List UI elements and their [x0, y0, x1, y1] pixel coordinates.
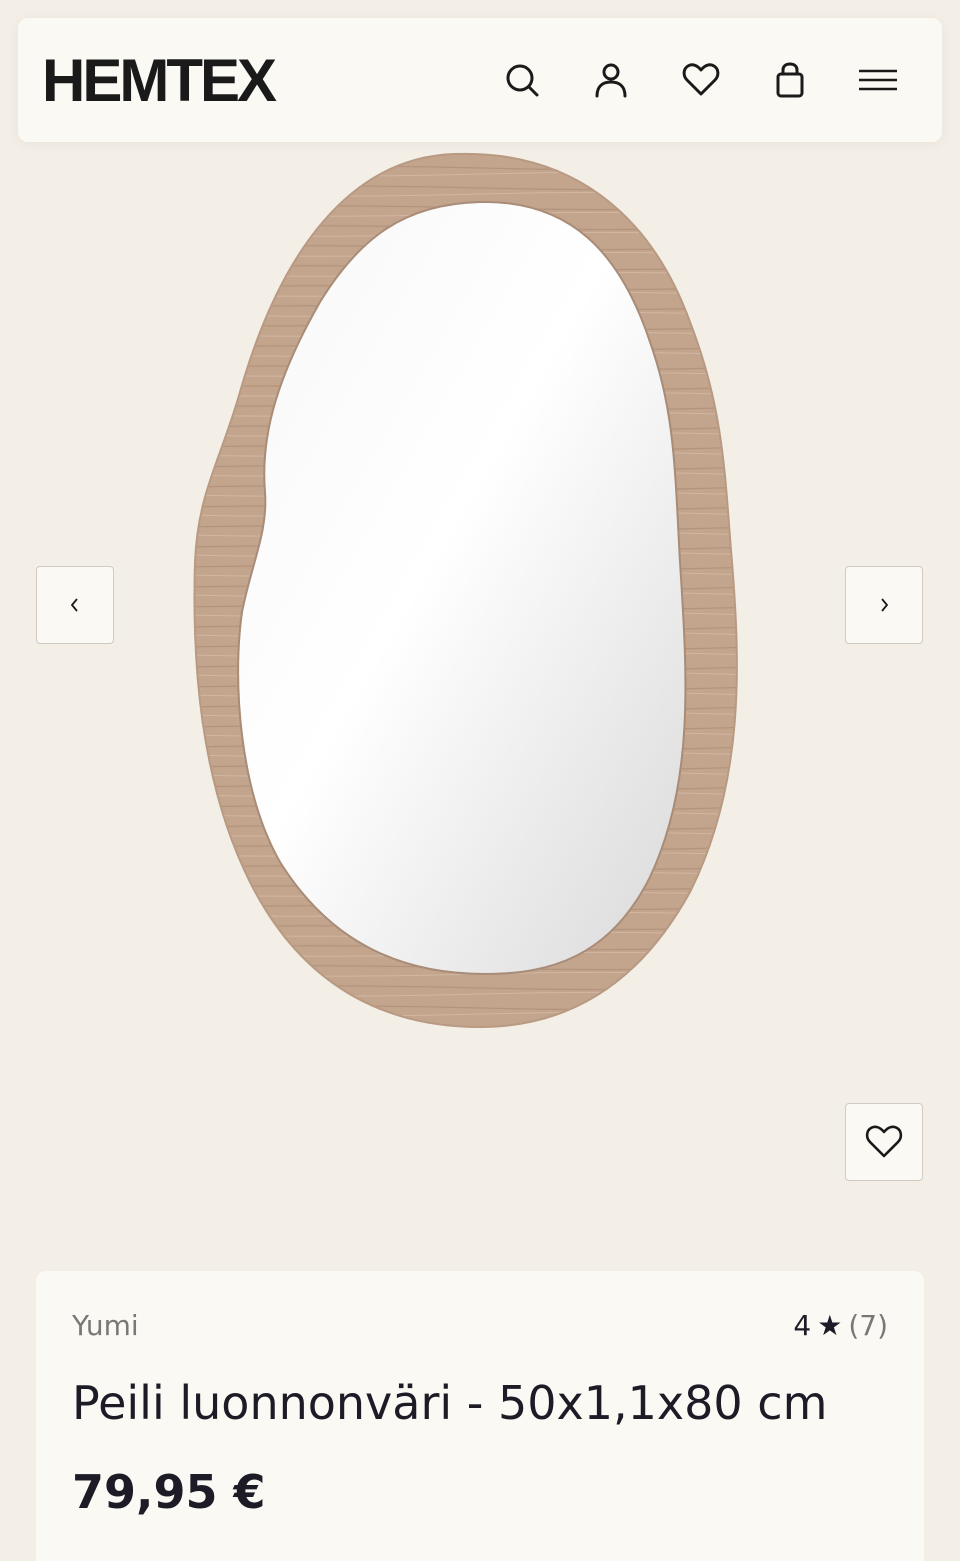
product-price: 79,95 € — [72, 1465, 266, 1519]
review-count: (7) — [848, 1309, 888, 1342]
chevron-right-icon — [881, 598, 889, 612]
product-image — [193, 152, 738, 1029]
add-to-favorites-button[interactable] — [845, 1103, 923, 1181]
product-rating[interactable]: 4 ★ (7) — [793, 1309, 888, 1342]
product-brand[interactable]: Yumi — [72, 1309, 139, 1342]
hemtex-logo[interactable]: HEMTEX — [42, 46, 277, 116]
site-header: HEMTEX — [18, 18, 942, 142]
next-image-button[interactable] — [845, 566, 923, 644]
account-icon[interactable] — [589, 58, 633, 102]
wishlist-icon[interactable] — [679, 58, 723, 102]
search-icon[interactable] — [500, 58, 544, 102]
product-gallery — [0, 142, 960, 1242]
heart-icon — [865, 1125, 903, 1158]
product-page: HEMTEX Yumi 4 ★ (7) Peili luonnonväri - … — [0, 0, 960, 1561]
chevron-left-icon — [70, 598, 78, 612]
product-info-card: Yumi 4 ★ (7) Peili luonnonväri - 50x1,1x… — [36, 1271, 924, 1561]
star-icon: ★ — [817, 1309, 843, 1342]
product-title: Peili luonnonväri - 50x1,1x80 cm — [72, 1376, 828, 1430]
rating-score: 4 — [793, 1309, 812, 1342]
menu-icon[interactable] — [856, 58, 900, 102]
cart-icon[interactable] — [768, 58, 812, 102]
previous-image-button[interactable] — [36, 566, 114, 644]
